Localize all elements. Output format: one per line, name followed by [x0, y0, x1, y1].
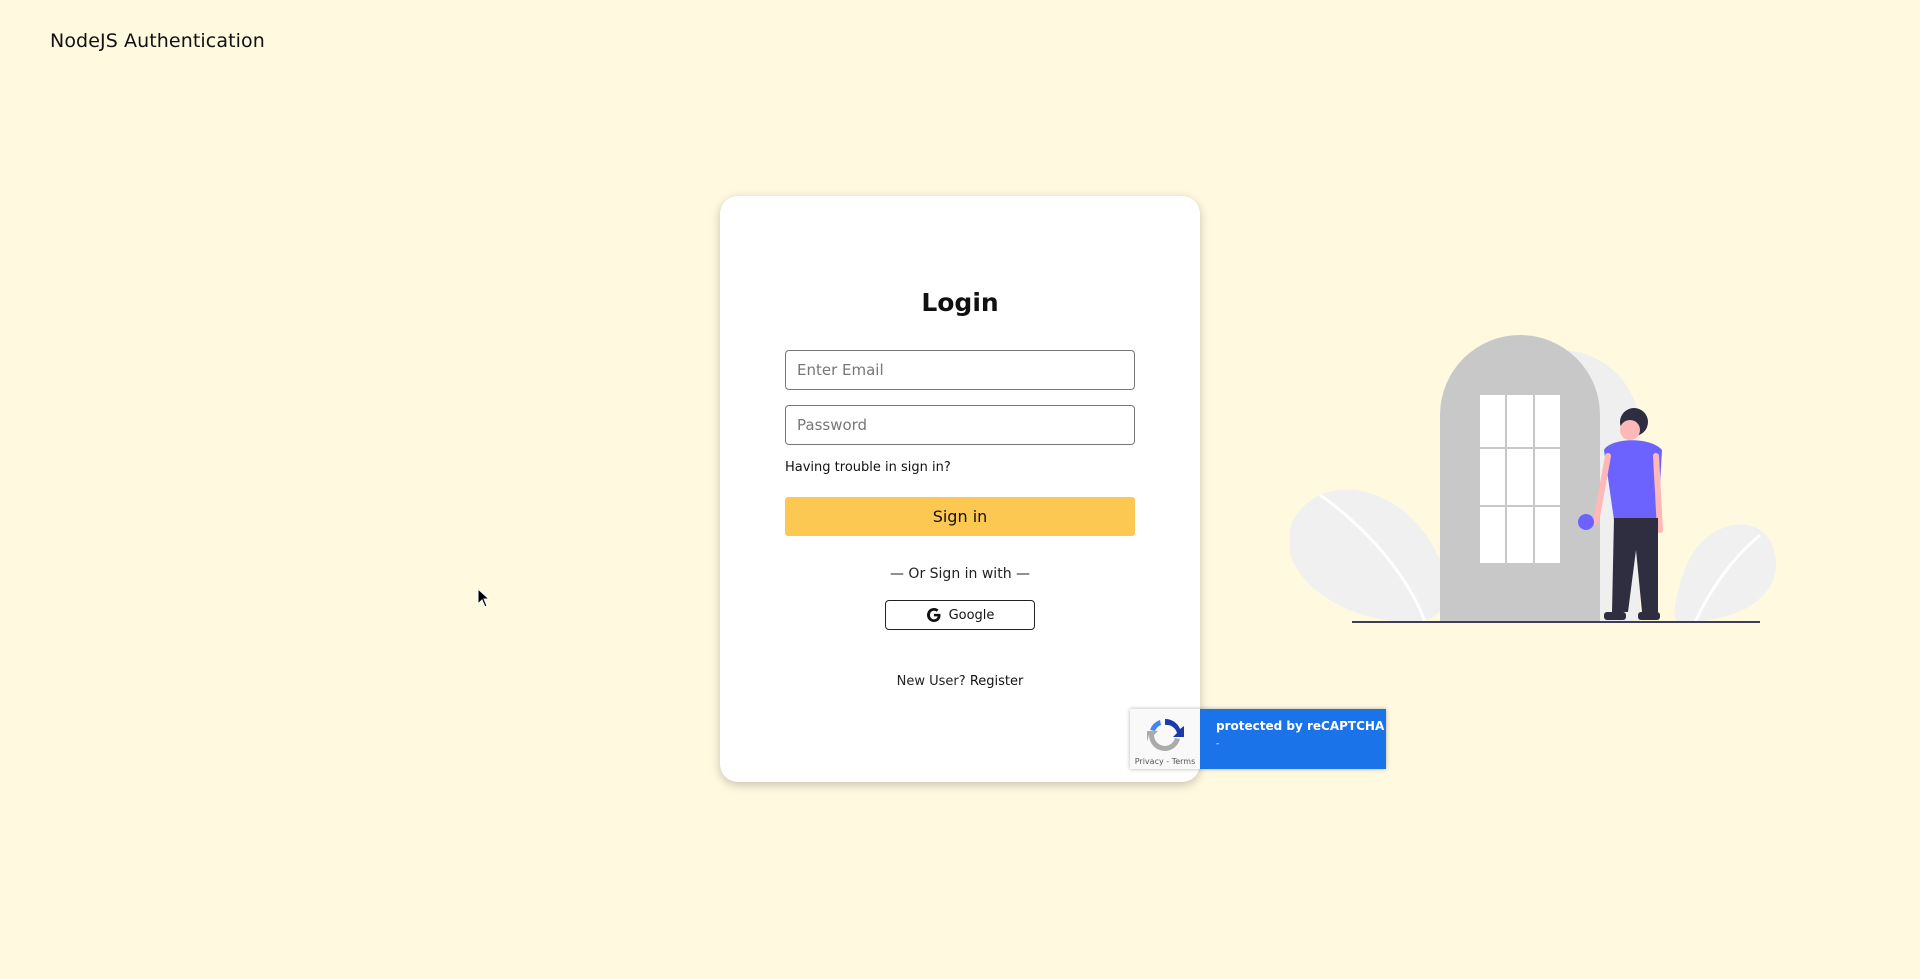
new-user-row: New User? Register	[720, 674, 1200, 689]
recaptcha-separator: -	[1163, 757, 1172, 766]
google-g-icon	[926, 607, 942, 623]
recaptcha-title: protected by reCAPTCHA	[1216, 719, 1385, 733]
doorway-person-illustration	[1290, 335, 1776, 623]
email-input[interactable]	[785, 350, 1135, 390]
app-brand-title[interactable]: NodeJS Authentication	[50, 30, 265, 52]
new-user-text: New User?	[896, 674, 966, 689]
recaptcha-terms-link[interactable]: Terms	[1172, 757, 1196, 766]
mouse-cursor-icon	[477, 588, 491, 608]
login-title: Login	[921, 288, 999, 317]
login-card: Login	[720, 196, 1200, 782]
recaptcha-logo-icon	[1147, 718, 1184, 751]
register-link[interactable]: Register	[970, 674, 1024, 689]
password-input[interactable]	[785, 405, 1135, 445]
signin-button[interactable]: Sign in	[785, 497, 1135, 536]
recaptcha-blue-panel: protected by reCAPTCHA -	[1200, 709, 1386, 769]
recaptcha-privacy-link[interactable]: Privacy	[1135, 757, 1164, 766]
recaptcha-logo-box: Privacy - Terms	[1130, 709, 1200, 769]
or-signin-divider: — Or Sign in with —	[889, 566, 1031, 582]
trouble-signin-link[interactable]: Having trouble in sign in?	[785, 460, 951, 475]
google-button-label: Google	[948, 607, 995, 623]
google-signin-button[interactable]: Google	[885, 600, 1035, 630]
recaptcha-subtext: -	[1216, 739, 1220, 749]
recaptcha-badge[interactable]: Privacy - Terms protected by reCAPTCHA -	[1130, 709, 1386, 769]
recaptcha-links: Privacy - Terms	[1130, 757, 1200, 766]
